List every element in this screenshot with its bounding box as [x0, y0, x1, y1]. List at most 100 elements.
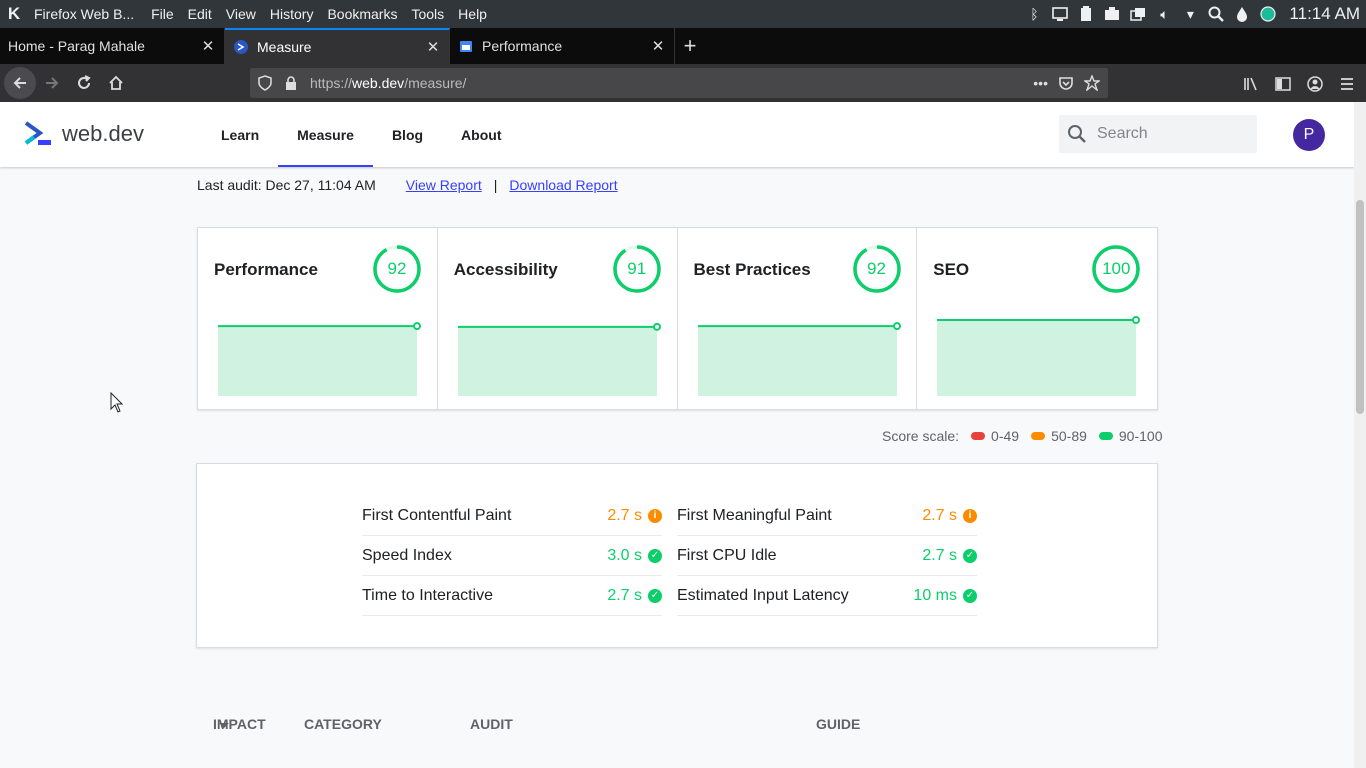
impact-sort-header[interactable]: IMPACT [213, 716, 266, 732]
scrollbar-thumb[interactable] [1356, 200, 1364, 414]
score-history-area [457, 326, 657, 396]
display-icon[interactable] [1051, 5, 1069, 23]
tray-expand-icon[interactable]: ▾ [1181, 5, 1199, 23]
clipboard-icon[interactable] [1077, 5, 1095, 23]
tab-measure[interactable]: Measure ✕ [225, 28, 450, 64]
metric-value: 3.0 s [607, 546, 642, 564]
menu-tools[interactable]: Tools [404, 6, 451, 22]
navigation-toolbar: https://web.dev/measure/ ••• [0, 64, 1366, 102]
score-scale-legend: Score scale: 0-49 50-89 90-100 [882, 428, 1162, 444]
search-input[interactable]: Search [1059, 115, 1257, 153]
tracking-protection-icon[interactable] [254, 75, 276, 91]
pocket-icon[interactable] [1058, 75, 1074, 91]
metric-label: First CPU Idle [677, 546, 777, 564]
score-history-area [218, 326, 417, 396]
search-placeholder: Search [1097, 125, 1148, 142]
download-report-link[interactable]: Download Report [509, 177, 617, 193]
updates-icon[interactable] [1129, 5, 1147, 23]
score-value: 100 [1102, 259, 1131, 278]
tab-bar: Home - Parag Mahale ✕ Measure ✕ Performa… [0, 28, 1366, 64]
menu-edit[interactable]: Edit [181, 6, 219, 22]
new-tab-button[interactable]: + [675, 28, 705, 64]
score-value: 92 [867, 259, 886, 278]
menu-history[interactable]: History [263, 6, 321, 22]
page-actions-icon[interactable]: ••• [1033, 75, 1048, 91]
metric-label: First Contentful Paint [362, 506, 512, 524]
network-status-icon[interactable] [1259, 5, 1277, 23]
pass-check-icon: ✓ [963, 548, 977, 563]
nav-measure[interactable]: Measure [278, 102, 373, 167]
close-icon[interactable]: ✕ [650, 38, 666, 55]
system-menu-bar: K Firefox Web B... File Edit View Histor… [0, 0, 1366, 28]
pass-check-icon: ✓ [648, 588, 662, 603]
library-button[interactable] [1240, 68, 1262, 100]
metric-label: Speed Index [362, 546, 452, 564]
forward-button[interactable] [36, 67, 68, 99]
avatar[interactable]: P [1293, 119, 1325, 151]
reload-button[interactable] [68, 67, 100, 99]
score-cards: Performance 92 Accessibility 91 Best Pra… [197, 227, 1158, 410]
metric-value: 2.7 s [922, 546, 957, 564]
close-icon[interactable]: ✕ [200, 38, 216, 55]
score-scale-label: Score scale: [882, 428, 960, 444]
score-card-accessibility[interactable]: Accessibility 91 [438, 228, 678, 409]
search-icon[interactable] [1207, 5, 1225, 23]
site-nav: Learn Measure Blog About [202, 102, 520, 167]
kde-launcher-icon[interactable]: K [0, 0, 28, 28]
score-card-title: Performance [214, 260, 318, 279]
bookmark-star-icon[interactable] [1084, 75, 1100, 91]
tab-home[interactable]: Home - Parag Mahale ✕ [0, 28, 225, 64]
back-arrow-icon [13, 77, 26, 89]
device-notifier-icon[interactable] [1103, 5, 1121, 23]
metric-value: 2.7 s [607, 506, 642, 524]
home-button[interactable] [100, 67, 132, 99]
forward-arrow-icon [46, 77, 59, 89]
tab-performance[interactable]: Performance ✕ [450, 28, 675, 64]
site-header: web.dev Learn Measure Blog About Search … [0, 102, 1354, 167]
score-history-point [652, 322, 661, 331]
metric-row: First Contentful Paint 2.7 s i [362, 496, 662, 536]
bluetooth-icon[interactable]: ᛒ [1025, 5, 1043, 23]
metric-row: Estimated Input Latency 10 ms ✓ [677, 576, 977, 616]
sidebar-button[interactable] [1272, 68, 1294, 100]
scale-range-average: 50-89 [1051, 428, 1087, 444]
audit-table-header: IMPACT CATEGORY AUDIT GUIDE [0, 716, 1354, 736]
average-info-icon: i [648, 508, 662, 523]
last-audit-text: Last audit: Dec 27, 11:04 AM [197, 177, 376, 193]
nav-blog[interactable]: Blog [373, 102, 442, 167]
hamburger-menu-button[interactable] [1336, 68, 1358, 100]
score-card-best-practices[interactable]: Best Practices 92 [678, 228, 918, 409]
clock[interactable]: 11:14 AM [1289, 4, 1360, 24]
metrics-column-left: First Contentful Paint 2.7 s i Speed Ind… [362, 496, 662, 616]
menu-view[interactable]: View [219, 6, 263, 22]
nav-about[interactable]: About [442, 102, 520, 167]
score-card-performance[interactable]: Performance 92 [198, 228, 438, 409]
site-logo[interactable]: web.dev [24, 121, 144, 147]
pass-check-icon: ✓ [648, 548, 662, 563]
menu-bookmarks[interactable]: Bookmarks [320, 6, 404, 22]
back-button[interactable] [4, 67, 36, 99]
menu-help[interactable]: Help [451, 6, 494, 22]
search-icon [1068, 125, 1086, 143]
volume-icon[interactable]: 🔈︎ [1155, 5, 1173, 23]
score-history-area [697, 326, 897, 396]
score-value: 92 [387, 259, 407, 278]
metric-row: First CPU Idle 2.7 s ✓ [677, 536, 977, 576]
color-drop-icon[interactable] [1233, 5, 1251, 23]
close-icon[interactable]: ✕ [425, 39, 441, 56]
score-card-seo[interactable]: SEO 100 [917, 228, 1157, 409]
nav-learn[interactable]: Learn [202, 102, 278, 167]
metric-row: First Meaningful Paint 2.7 s i [677, 496, 977, 536]
metric-label: First Meaningful Paint [677, 506, 832, 524]
score-card-title: Best Practices [693, 260, 811, 279]
scale-range-pass: 90-100 [1118, 428, 1163, 444]
view-report-link[interactable]: View Report [406, 177, 482, 193]
page-scrollbar[interactable] [1354, 102, 1366, 768]
app-title: Firefox Web B... [34, 6, 135, 22]
lock-icon[interactable] [280, 76, 302, 90]
category-header[interactable]: CATEGORY [304, 716, 382, 732]
account-button[interactable] [1304, 68, 1326, 100]
url-bar[interactable]: https://web.dev/measure/ ••• [250, 68, 1108, 98]
score-history-point [413, 322, 421, 331]
menu-file[interactable]: File [144, 6, 181, 22]
